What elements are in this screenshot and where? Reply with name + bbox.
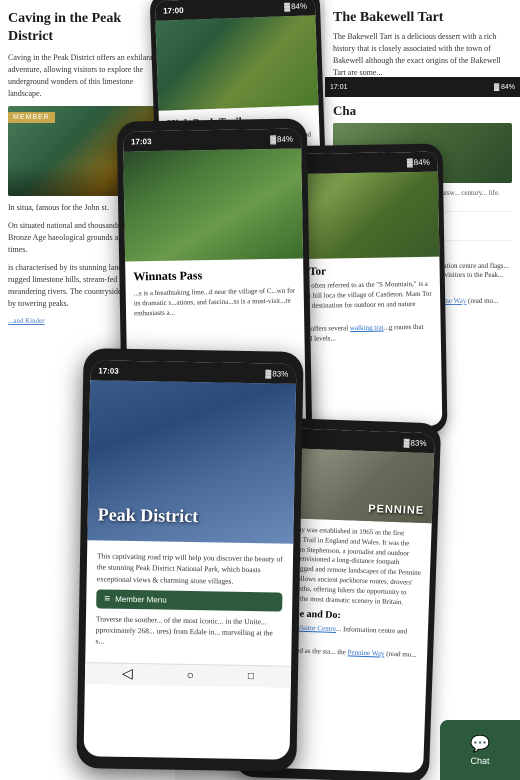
phone3-back-icon[interactable]: ◁ — [122, 665, 133, 682]
phone-peak-district: 17:03 ▓ 83% This captivating road trip w… — [76, 348, 303, 772]
phone2-content: Winnats Pass ...s is a breathtaking lime… — [125, 258, 304, 326]
phone3-body2: Traverse the souther... of the most icon… — [95, 613, 282, 650]
left-panel-p1: Caving in the Peak District offers an ex… — [8, 52, 167, 100]
left-panel-heading: Caving in the Peak District — [8, 10, 167, 46]
phone3-body1: This captivating road trip will help you… — [97, 550, 284, 587]
phone-peak-district-screen: 17:03 ▓ 83% This captivating road trip w… — [84, 360, 297, 760]
phone2-title: Winnats Pass — [133, 267, 295, 285]
phone3-recents-icon[interactable]: □ — [248, 671, 254, 682]
right-panel-heading1: The Bakewell Tart — [333, 10, 512, 26]
phone3-image — [87, 380, 296, 544]
phone2-body: ...s is a breathtaking lime...d near the… — [134, 287, 296, 319]
mini-time: 17:01 — [330, 84, 348, 91]
phone3-content: This captivating road trip will help you… — [85, 540, 293, 665]
phone2-time: 17:03 — [131, 137, 152, 146]
phone1-battery: ▓ 84% — [284, 1, 307, 11]
phone3-home-icon[interactable]: ○ — [187, 667, 195, 682]
chat-label: Chat — [470, 756, 489, 766]
mini-battery: ▓ 84% — [494, 84, 515, 91]
phone1-image — [155, 15, 318, 111]
right-panel-p1: The Bakewell Tart is a delicious dessert… — [333, 31, 512, 79]
member-menu-button[interactable]: Member Menu — [96, 589, 282, 611]
member-label: MEMBER — [8, 112, 55, 123]
phone2-image — [123, 148, 303, 261]
phone3-battery: ▓ 83% — [265, 369, 288, 378]
mini-statusbar: 17:01 ▓ 84% — [325, 77, 520, 97]
right-panel-heading2: Cha — [333, 103, 512, 119]
phone4-battery: ▓ 83% — [404, 438, 427, 448]
page-container: Caving in the Peak District Caving in th… — [0, 0, 520, 780]
phone2-battery: ▓ 84% — [270, 134, 293, 143]
chat-icon: 💬 — [470, 734, 490, 754]
member-menu-label: Member Menu — [115, 594, 167, 604]
pennine-sign-overlay: PENNINE — [368, 503, 424, 517]
phone1-time: 17:00 — [163, 5, 184, 15]
chat-panel[interactable]: 💬 Chat — [440, 720, 520, 780]
phone3-time: 17:03 — [98, 366, 119, 375]
phone3-nav-bar: ◁ ○ □ — [85, 662, 291, 688]
phone5-battery: ▓ 84% — [407, 157, 430, 166]
